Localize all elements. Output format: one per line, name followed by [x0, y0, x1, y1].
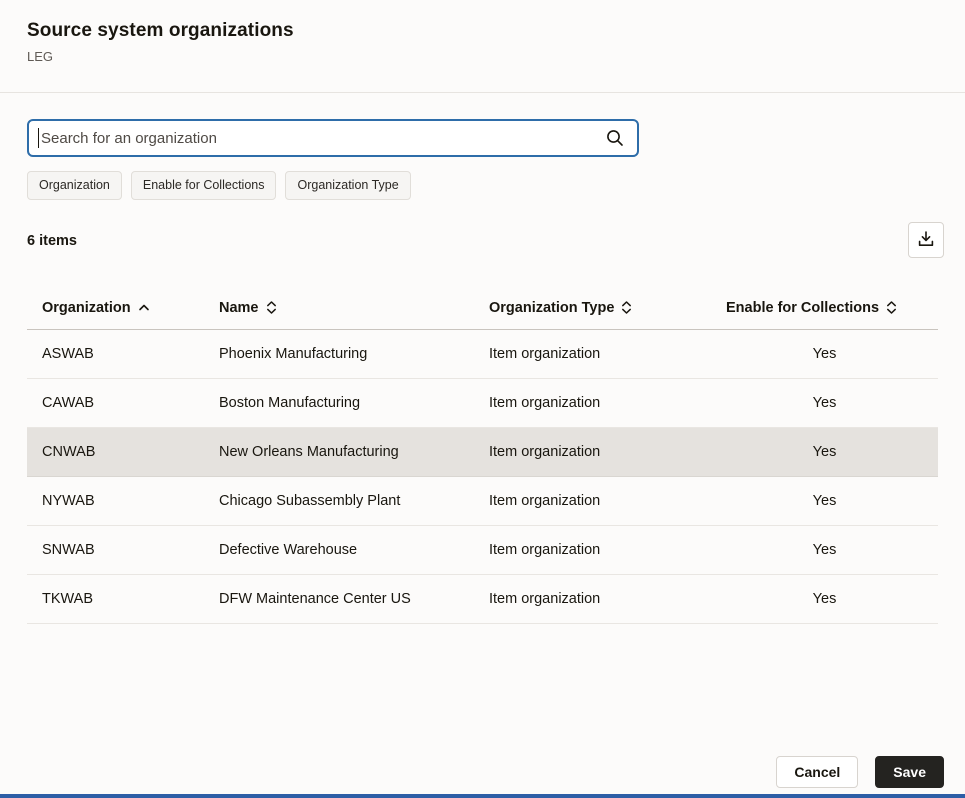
sortable-icon	[621, 300, 632, 315]
cell-organization: ASWAB	[27, 346, 204, 362]
table-row[interactable]: ASWAB Phoenix Manufacturing Item organiz…	[27, 330, 938, 379]
search-icon[interactable]	[605, 128, 625, 148]
sortable-icon	[266, 300, 277, 315]
table-row[interactable]: SNWAB Defective Warehouse Item organizat…	[27, 526, 938, 575]
save-button[interactable]: Save	[875, 756, 944, 788]
search-input[interactable]	[27, 119, 639, 157]
table-row[interactable]: CAWAB Boston Manufacturing Item organiza…	[27, 379, 938, 428]
source-system-organizations-panel: Source system organizations LEG Organiza…	[0, 0, 965, 798]
table-row[interactable]: NYWAB Chicago Subassembly Plant Item org…	[27, 477, 938, 526]
table-row-selected[interactable]: CNWAB New Orleans Manufacturing Item org…	[27, 428, 938, 477]
cell-organization: TKWAB	[27, 591, 204, 607]
cell-organization-type: Item organization	[474, 395, 711, 411]
cell-organization: CNWAB	[27, 444, 204, 460]
column-header-label: Organization Type	[489, 300, 614, 316]
search-bar	[27, 119, 639, 157]
sortable-icon	[886, 300, 897, 315]
table-header-row: Organization Name Organization Type	[27, 286, 938, 330]
column-header-label: Organization	[42, 300, 131, 316]
cell-name: Phoenix Manufacturing	[204, 346, 474, 362]
column-header-enable-for-collections[interactable]: Enable for Collections	[711, 300, 938, 316]
page-header: Source system organizations LEG	[0, 0, 965, 64]
cell-organization-type: Item organization	[474, 591, 711, 607]
cell-enable-for-collections: Yes	[711, 395, 938, 411]
footer-actions: Cancel Save	[776, 756, 944, 788]
download-icon	[917, 230, 935, 251]
bottom-accent-bar	[0, 794, 965, 798]
organizations-table: Organization Name Organization Type	[27, 286, 938, 624]
cell-enable-for-collections: Yes	[711, 493, 938, 509]
page-title: Source system organizations	[27, 20, 938, 42]
column-header-name[interactable]: Name	[204, 300, 474, 316]
table-row[interactable]: TKWAB DFW Maintenance Center US Item org…	[27, 575, 938, 624]
column-header-organization[interactable]: Organization	[27, 300, 204, 316]
cell-name: Chicago Subassembly Plant	[204, 493, 474, 509]
cell-organization-type: Item organization	[474, 493, 711, 509]
cancel-button[interactable]: Cancel	[776, 756, 858, 788]
cell-enable-for-collections: Yes	[711, 444, 938, 460]
filter-chip-row: Organization Enable for Collections Orga…	[27, 171, 411, 200]
cell-name: New Orleans Manufacturing	[204, 444, 474, 460]
download-button[interactable]	[908, 222, 944, 258]
column-header-label: Name	[219, 300, 259, 316]
cell-organization-type: Item organization	[474, 542, 711, 558]
sort-ascending-icon	[138, 303, 150, 312]
filter-chip-enable-for-collections[interactable]: Enable for Collections	[131, 171, 277, 200]
column-header-label: Enable for Collections	[726, 300, 879, 316]
cell-organization-type: Item organization	[474, 346, 711, 362]
cell-organization: NYWAB	[27, 493, 204, 509]
cell-enable-for-collections: Yes	[711, 542, 938, 558]
cell-organization-type: Item organization	[474, 444, 711, 460]
cell-enable-for-collections: Yes	[711, 591, 938, 607]
filter-chip-organization[interactable]: Organization	[27, 171, 122, 200]
cell-name: Defective Warehouse	[204, 542, 474, 558]
items-count: 6 items	[27, 233, 77, 249]
header-divider	[0, 92, 965, 93]
cell-name: Boston Manufacturing	[204, 395, 474, 411]
cell-name: DFW Maintenance Center US	[204, 591, 474, 607]
page-subtitle: LEG	[27, 49, 938, 64]
cell-organization: SNWAB	[27, 542, 204, 558]
cell-organization: CAWAB	[27, 395, 204, 411]
column-header-organization-type[interactable]: Organization Type	[474, 300, 711, 316]
cell-enable-for-collections: Yes	[711, 346, 938, 362]
filter-chip-organization-type[interactable]: Organization Type	[285, 171, 410, 200]
text-cursor	[38, 128, 39, 148]
